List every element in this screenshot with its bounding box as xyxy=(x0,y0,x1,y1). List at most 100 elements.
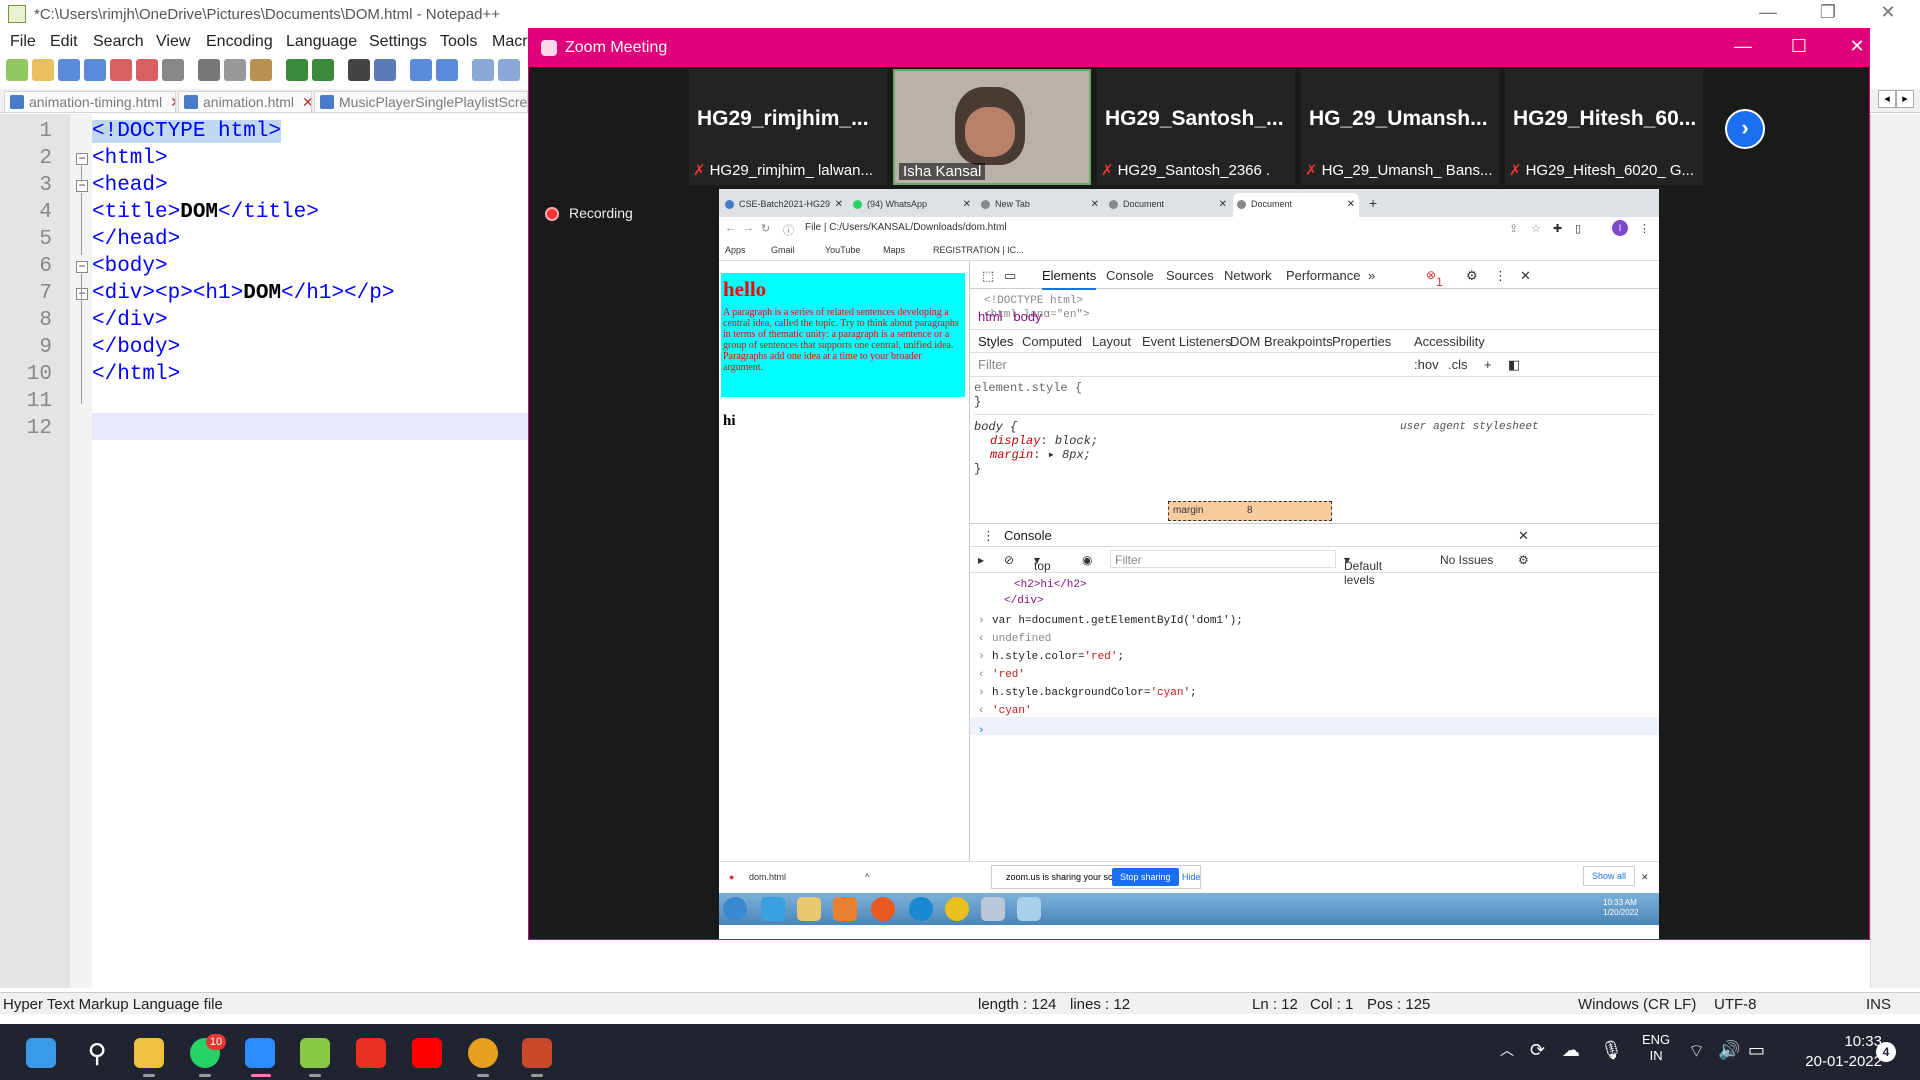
media-player-icon[interactable] xyxy=(833,897,857,921)
start-orb-icon[interactable] xyxy=(723,897,747,921)
bookmark-registration[interactable]: REGISTRATION | IC... xyxy=(933,245,1024,255)
sync-scroll-icon[interactable] xyxy=(472,59,494,81)
wps-office-icon[interactable] xyxy=(356,1038,386,1068)
zoom-out-icon[interactable] xyxy=(436,59,458,81)
issues-label[interactable]: No Issues xyxy=(1440,553,1493,567)
file-explorer-icon[interactable] xyxy=(134,1038,164,1068)
find-icon[interactable] xyxy=(348,59,370,81)
sidebar-toggle-icon[interactable]: ▸ xyxy=(978,553,984,567)
next-participants-icon[interactable]: › xyxy=(1725,109,1765,149)
hov-toggle[interactable]: :hov xyxy=(1414,357,1439,372)
volume-icon[interactable]: 🔊 xyxy=(1718,1040,1740,1061)
console-settings-icon[interactable]: ⚙ xyxy=(1518,553,1529,567)
download-filename[interactable]: dom.html xyxy=(749,872,786,882)
print-icon[interactable] xyxy=(162,59,184,81)
extensions-icon[interactable]: ✚ xyxy=(1553,222,1562,235)
cls-toggle[interactable]: .cls xyxy=(1448,357,1468,372)
system-clock[interactable]: 10:33 20-01-2022 xyxy=(1772,1032,1882,1072)
new-tab-plus-icon[interactable]: + xyxy=(1369,195,1377,211)
replace-icon[interactable] xyxy=(374,59,396,81)
browser-tab[interactable]: CSE-Batch2021-HG29 ✕ xyxy=(721,193,847,217)
chrome-icon[interactable] xyxy=(468,1038,498,1068)
tab-more[interactable]: » xyxy=(1368,268,1375,283)
browser-menu-icon[interactable]: ⋮ xyxy=(1639,222,1650,235)
participant-tile[interactable]: HG29_rimjhim_... ✗ HG29_rimjhim_ lalwan..… xyxy=(689,69,887,185)
context-selector[interactable]: top ▾ xyxy=(1034,553,1051,573)
close-tab-icon[interactable]: ✕ xyxy=(835,199,843,210)
winrar-icon[interactable] xyxy=(522,1038,552,1068)
menu-search[interactable]: Search xyxy=(93,33,144,51)
close-file-icon[interactable] xyxy=(110,59,132,81)
menu-settings[interactable]: Settings xyxy=(369,33,427,51)
back-icon[interactable]: ← xyxy=(725,222,736,234)
console-drawer-tab[interactable]: Console xyxy=(1004,528,1052,543)
zoom-icon[interactable] xyxy=(245,1038,275,1068)
menu-tools[interactable]: Tools xyxy=(440,33,477,51)
bookmark-youtube[interactable]: YouTube xyxy=(825,245,860,255)
side-panel-icon[interactable]: ▯ xyxy=(1575,222,1581,235)
close-tab-icon[interactable]: ✕ xyxy=(302,94,311,110)
close-icon[interactable]: ✕ xyxy=(1837,36,1877,57)
close-icon[interactable]: ✕ xyxy=(1868,2,1908,23)
participant-tile[interactable]: HG29_Hitesh_60... ✗ HG29_Hitesh_6020_ G..… xyxy=(1505,69,1703,185)
menu-macro[interactable]: Macr xyxy=(492,33,528,51)
clear-console-icon[interactable]: ⊘ xyxy=(1004,553,1014,567)
error-count-badge[interactable]: ⊗ 1 xyxy=(1426,268,1443,289)
word-wrap-icon[interactable] xyxy=(498,59,520,81)
crumb-body[interactable]: body xyxy=(1013,309,1041,324)
menu-encoding[interactable]: Encoding xyxy=(206,33,273,51)
participant-video-tile[interactable]: Isha Kansal xyxy=(893,69,1091,185)
device-toolbar-icon[interactable]: ▭ xyxy=(1004,268,1016,284)
bookmark-maps[interactable]: Maps xyxy=(883,245,905,255)
add-rule-icon[interactable]: + xyxy=(1484,357,1492,372)
subtab-properties[interactable]: Properties xyxy=(1332,334,1391,349)
minimize-icon[interactable]: — xyxy=(1723,36,1763,57)
url-field[interactable]: File | C:/Users/KANSAL/Downloads/dom.htm… xyxy=(805,222,1007,233)
close-tab-icon[interactable]: ✕ xyxy=(1347,199,1355,210)
fold-toggle-icon[interactable]: − xyxy=(76,287,88,300)
tab-music-player[interactable]: MusicPlayerSinglePlaylistScreen xyxy=(314,91,528,113)
close-drawer-icon[interactable]: ✕ xyxy=(1518,528,1529,544)
toggle-sidebar-icon[interactable]: ◧ xyxy=(1508,357,1520,373)
close-tab-icon[interactable]: ✕ xyxy=(1219,199,1227,210)
console-prompt-icon[interactable]: › xyxy=(978,725,985,737)
live-expression-eye-icon[interactable]: ◉ xyxy=(1082,553,1092,567)
drawer-menu-icon[interactable]: ⋮ xyxy=(982,528,995,544)
new-file-icon[interactable] xyxy=(6,59,28,81)
subtab-accessibility[interactable]: Accessibility xyxy=(1414,334,1485,349)
forward-icon[interactable]: → xyxy=(743,222,754,234)
close-tab-icon[interactable]: ✕ xyxy=(1091,199,1099,210)
language-indicator[interactable]: ENG IN xyxy=(1642,1032,1670,1064)
redo-icon[interactable] xyxy=(312,59,334,81)
menu-edit[interactable]: Edit xyxy=(50,33,78,51)
download-chevron-icon[interactable]: ^ xyxy=(865,872,869,882)
crumb-html[interactable]: html xyxy=(978,309,1003,324)
tab-scroll-left-icon[interactable]: ◂ xyxy=(1878,90,1896,108)
cut-icon[interactable] xyxy=(198,59,220,81)
devtools-menu-icon[interactable]: ⋮ xyxy=(1494,268,1507,284)
save-all-icon[interactable] xyxy=(84,59,106,81)
browser-tab-active[interactable]: Document ✕ xyxy=(1233,193,1359,217)
subtab-layout[interactable]: Layout xyxy=(1092,334,1131,349)
menu-view[interactable]: View xyxy=(156,33,190,51)
console-output[interactable]: <h2>hi</h2> </div> › var h=document.getE… xyxy=(970,573,1659,861)
tab-network[interactable]: Network xyxy=(1224,268,1272,283)
chrome-icon[interactable] xyxy=(945,897,969,921)
share-icon[interactable]: ⇪ xyxy=(1509,222,1518,235)
windows-start-icon[interactable] xyxy=(26,1038,56,1068)
minimize-icon[interactable]: — xyxy=(1748,2,1788,23)
settings-gear-icon[interactable]: ⚙ xyxy=(1466,268,1478,284)
maximize-icon[interactable]: ☐ xyxy=(1779,36,1819,57)
npp-vertical-scrollbar[interactable] xyxy=(1870,114,1920,988)
dom-doctype[interactable]: <!DOCTYPE html> xyxy=(984,295,1083,307)
participant-tile[interactable]: HG29_Santosh_... ✗ HG29_Santosh_2366 . xyxy=(1097,69,1295,185)
show-hidden-icons[interactable]: ︿ xyxy=(1500,1040,1514,1060)
window-icon[interactable] xyxy=(1017,897,1041,921)
search-icon[interactable]: ⚲ xyxy=(82,1038,112,1068)
explorer-icon[interactable] xyxy=(797,897,821,921)
tab-animation[interactable]: animation.html ✕ xyxy=(178,91,312,113)
notification-count[interactable]: 4 xyxy=(1876,1042,1896,1062)
browser-tab[interactable]: New Tab ✕ xyxy=(977,193,1103,217)
log-levels-dropdown[interactable]: Default levels ▾ xyxy=(1344,553,1382,587)
subtab-styles[interactable]: Styles xyxy=(978,334,1013,349)
